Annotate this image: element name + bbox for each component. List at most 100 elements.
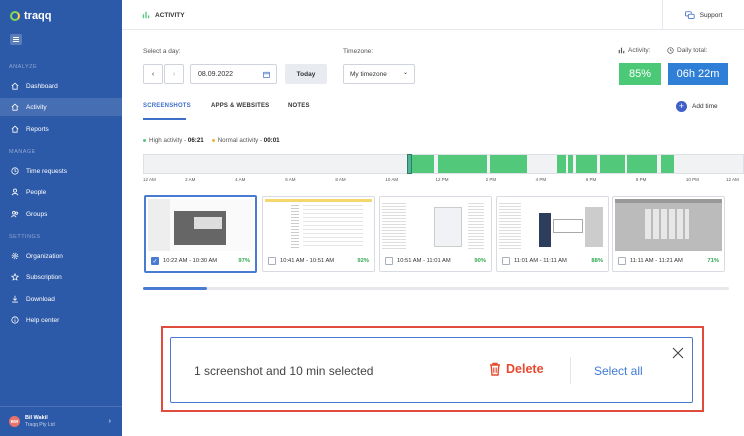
timeline-selection-handle[interactable] — [406, 154, 412, 174]
avatar: BW — [9, 416, 20, 427]
screenshot-footer: ✓ 10:22 AM - 10:30 AM 97% — [151, 254, 250, 268]
activity-segment[interactable] — [661, 155, 674, 173]
brand-logo[interactable]: traqq — [10, 10, 52, 22]
user-menu[interactable]: BW Bil Wakil Traqq Pty Ltd › — [0, 406, 122, 436]
screenshot-checkbox[interactable] — [618, 257, 626, 265]
people-icon — [11, 188, 19, 196]
screenshot-thumbnail[interactable] — [615, 199, 722, 251]
sidebar-item-label: Subscription — [26, 273, 62, 281]
sidebar-item-reports[interactable]: Reports — [0, 120, 122, 138]
next-day-button[interactable]: › — [164, 64, 184, 84]
activity-segment[interactable] — [599, 155, 625, 173]
close-icon[interactable] — [672, 347, 684, 359]
tab-apps-websites[interactable]: APPS & WEBSITES — [211, 103, 269, 109]
sidebar-item-subscription[interactable]: Subscription — [0, 268, 122, 286]
screenshot-footer: 11:11 AM - 11:21 AM 71% — [618, 254, 719, 268]
timezone-label: Timezone: — [343, 48, 374, 55]
sidebar-item-label: Activity — [26, 103, 47, 111]
sidebar-item-time-requests[interactable]: Time requests — [0, 162, 122, 180]
screenshot-footer: 10:41 AM - 10:51 AM 92% — [268, 254, 369, 268]
selection-message: 1 screenshot and 10 min selected — [194, 364, 374, 378]
screenshot-time-range: 11:11 AM - 11:21 AM — [630, 258, 683, 264]
sidebar-item-label: Organization — [26, 252, 63, 260]
activity-segment[interactable] — [627, 155, 658, 173]
screenshot-activity-percent: 71% — [707, 258, 719, 264]
traqq-logo-icon — [10, 11, 20, 21]
sidebar-item-organization[interactable]: Organization — [0, 247, 122, 265]
screenshot-thumbnail[interactable] — [148, 199, 253, 251]
activity-segment[interactable] — [557, 155, 566, 173]
normal-activity-dot — [211, 138, 215, 142]
activity-segment[interactable] — [438, 155, 488, 173]
screenshot-card[interactable]: 10:41 AM - 10:51 AM 92% — [262, 196, 375, 272]
screenshot-card[interactable]: 10:51 AM - 11:01 AM 90% — [379, 196, 492, 272]
timeline-tick-label: 2 AM — [185, 177, 196, 182]
activity-value: 85% — [619, 63, 661, 85]
screenshot-thumbnail[interactable] — [382, 199, 489, 251]
plus-icon: + — [676, 101, 687, 112]
help-icon — [11, 316, 19, 324]
daily-total-label: Daily total: — [667, 47, 707, 54]
screenshot-checkbox[interactable] — [385, 257, 393, 265]
screenshot-thumbnail[interactable] — [265, 199, 372, 251]
screenshots-scrollbar[interactable] — [143, 287, 729, 290]
add-time-label: Add time — [692, 103, 718, 110]
activity-segment[interactable] — [568, 155, 574, 173]
screenshot-checkbox[interactable] — [502, 257, 510, 265]
normal-activity-value: 00:01 — [263, 137, 280, 144]
sidebar-item-groups[interactable]: Groups — [0, 205, 122, 223]
sidebar-item-label: Dashboard — [26, 82, 58, 90]
sidebar-item-dashboard[interactable]: Dashboard — [0, 77, 122, 95]
screenshot-card[interactable]: 11:01 AM - 11:11 AM 88% — [496, 196, 609, 272]
user-name: Bil Wakil — [25, 415, 48, 421]
prev-day-button[interactable]: ‹ — [143, 64, 163, 84]
star-icon — [11, 273, 19, 281]
chevron-right-icon: › — [108, 418, 111, 425]
activity-timeline[interactable] — [143, 154, 744, 174]
calendar-icon — [263, 71, 270, 78]
screenshot-time-range: 10:51 AM - 11:01 AM — [397, 258, 451, 264]
screenshot-activity-percent: 97% — [238, 258, 250, 264]
activity-segment[interactable] — [489, 155, 528, 173]
support-button[interactable]: Support — [662, 0, 744, 30]
sidebar-item-download[interactable]: Download — [0, 290, 122, 308]
date-field[interactable]: 08.09.2022 — [190, 64, 277, 84]
home-icon — [11, 103, 19, 111]
activity-segment[interactable] — [575, 155, 598, 173]
collapse-sidebar-button[interactable] — [10, 34, 22, 45]
sidebar-item-people[interactable]: People — [0, 183, 122, 201]
legend-normal: Normal activity - 00:01 — [211, 137, 280, 144]
screenshot-checkbox[interactable] — [268, 257, 276, 265]
sidebar-item-activity[interactable]: Activity — [0, 98, 122, 116]
bar-chart-icon — [618, 47, 625, 54]
tab-screenshots[interactable]: SCREENSHOTS — [143, 103, 191, 109]
timeline-tick-label: 2 PM — [485, 177, 497, 182]
today-button[interactable]: Today — [285, 64, 327, 84]
high-activity-dot — [143, 138, 146, 142]
screenshot-time-range: 10:22 AM - 10:30 AM — [163, 258, 218, 264]
section-title-manage: MANAGE — [9, 149, 36, 155]
select-all-button[interactable]: Select all — [594, 364, 643, 378]
sidebar-item-label: People — [26, 188, 47, 196]
timeline-tick-label: 10 PM — [685, 177, 699, 182]
group-icon — [11, 210, 19, 218]
screenshot-checkbox[interactable]: ✓ — [151, 257, 159, 265]
page-title: ACTIVITY — [142, 11, 185, 19]
sidebar-item-label: Reports — [26, 125, 49, 133]
sidebar-item-label: Help center — [26, 316, 60, 324]
screenshot-thumbnail[interactable] — [499, 199, 606, 251]
delete-button[interactable]: Delete — [489, 362, 544, 376]
home-icon — [11, 125, 19, 133]
tab-notes[interactable]: NOTES — [288, 103, 310, 109]
clock-icon — [667, 47, 674, 54]
add-time-button[interactable]: + Add time — [676, 101, 718, 112]
timeline-tick-label: 12 AM — [726, 177, 739, 182]
chevron-left-icon: ‹ — [151, 70, 155, 78]
scrollbar-thumb[interactable] — [143, 287, 207, 290]
screenshot-card[interactable]: ✓ 10:22 AM - 10:30 AM 97% — [144, 195, 257, 273]
screenshot-card[interactable]: 11:11 AM - 11:21 AM 71% — [612, 196, 725, 272]
activity-segment[interactable] — [409, 155, 435, 173]
timezone-select[interactable]: My timezone ⌄ — [343, 64, 415, 84]
download-icon — [11, 295, 19, 303]
sidebar-item-help-center[interactable]: Help center — [0, 311, 122, 329]
